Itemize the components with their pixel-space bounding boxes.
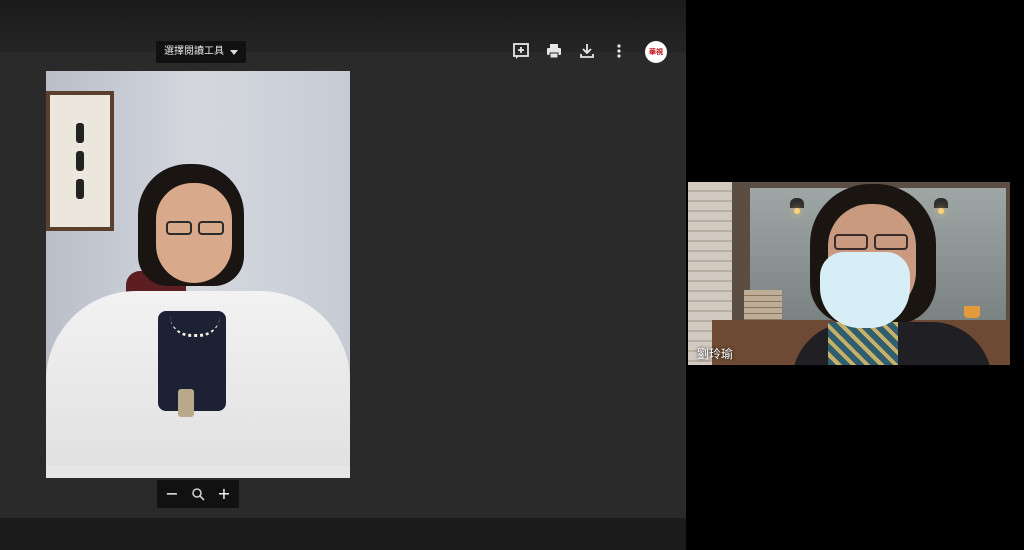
chevron-down-icon [230,49,238,55]
participant-scarf [828,322,898,365]
profile-avatar[interactable]: 華視 [645,41,667,63]
face-mask [820,252,910,328]
zoom-controls: − + [157,480,239,508]
profile-avatar-text: 華視 [649,48,663,56]
coffee-cup [964,306,980,318]
zoom-icon[interactable] [191,487,205,501]
pendant-lamp [790,198,804,214]
speaker-glasses [160,221,230,239]
desk [46,466,350,478]
participant-video-tile [688,182,1010,365]
participant-glasses [826,234,916,252]
print-icon[interactable] [545,42,563,60]
participant-name-label: 劉玲瑜 [697,347,734,361]
reading-tool-select[interactable]: 選擇閱讀工具 [156,41,246,63]
download-icon[interactable] [578,42,596,60]
zoom-out-button[interactable]: − [161,480,183,508]
wristwatch [178,389,194,417]
add-comment-icon[interactable] [512,42,530,60]
zoom-in-button[interactable]: + [213,480,235,508]
pendant-lamp [934,198,948,214]
book-stack [744,290,782,320]
more-vert-icon[interactable] [610,42,628,60]
calligraphy-scroll [46,91,114,231]
reading-tool-select-label: 選擇閱讀工具 [164,46,224,57]
main-video-frame [46,71,350,478]
viewer-bottom-strip [0,518,686,550]
